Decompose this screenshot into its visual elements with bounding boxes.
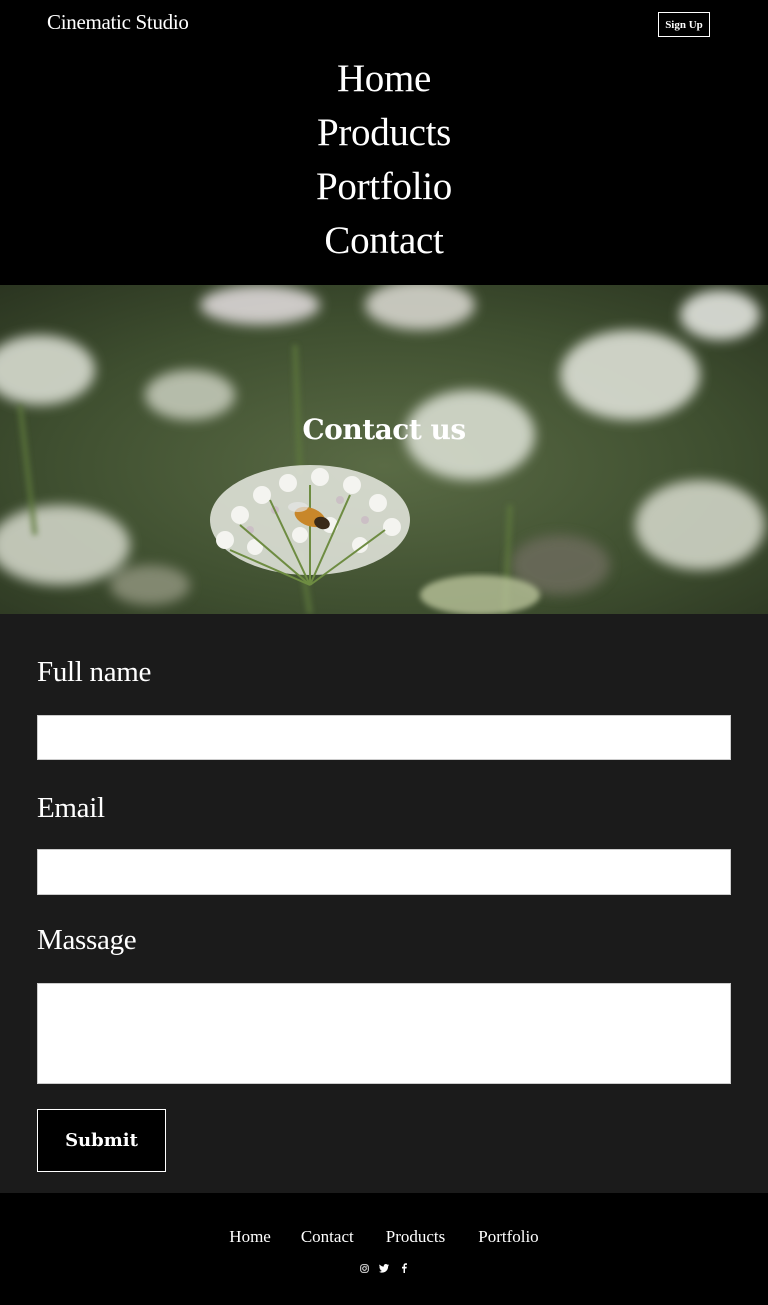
message-textarea[interactable] — [37, 983, 731, 1084]
instagram-icon[interactable] — [359, 1263, 369, 1273]
site-footer: Home Contact Products Portfolio — [0, 1193, 768, 1305]
email-label: Email — [37, 792, 105, 824]
nav-home[interactable]: Home — [337, 52, 431, 106]
nav-products[interactable]: Products — [317, 106, 451, 160]
hero-image — [0, 285, 768, 614]
main-nav: Home Products Portfolio Contact — [0, 52, 768, 268]
footer-link-home[interactable]: Home — [229, 1227, 271, 1247]
site-header: Cinematic Studio Sign Up Home Products P… — [0, 0, 768, 285]
sign-up-button[interactable]: Sign Up — [658, 12, 710, 37]
nav-contact[interactable]: Contact — [324, 214, 444, 268]
email-field[interactable] — [37, 849, 731, 895]
social-links — [0, 1263, 768, 1273]
footer-link-products[interactable]: Products — [386, 1227, 446, 1247]
message-label: Massage — [37, 924, 137, 956]
hero-banner: Contact us — [0, 285, 768, 614]
submit-button[interactable]: Submit — [37, 1109, 166, 1172]
footer-link-portfolio[interactable]: Portfolio — [478, 1227, 538, 1247]
contact-form: Full name Email Massage Submit — [0, 614, 768, 1193]
twitter-icon[interactable] — [379, 1263, 389, 1273]
footer-link-contact[interactable]: Contact — [301, 1227, 354, 1247]
footer-nav: Home Contact Products Portfolio — [0, 1227, 768, 1247]
fullname-label: Full name — [37, 656, 152, 688]
facebook-icon[interactable] — [399, 1263, 409, 1273]
nav-portfolio[interactable]: Portfolio — [316, 160, 452, 214]
fullname-field[interactable] — [37, 715, 731, 760]
brand-logo[interactable]: Cinematic Studio — [47, 10, 189, 35]
page-title: Contact us — [302, 413, 466, 446]
